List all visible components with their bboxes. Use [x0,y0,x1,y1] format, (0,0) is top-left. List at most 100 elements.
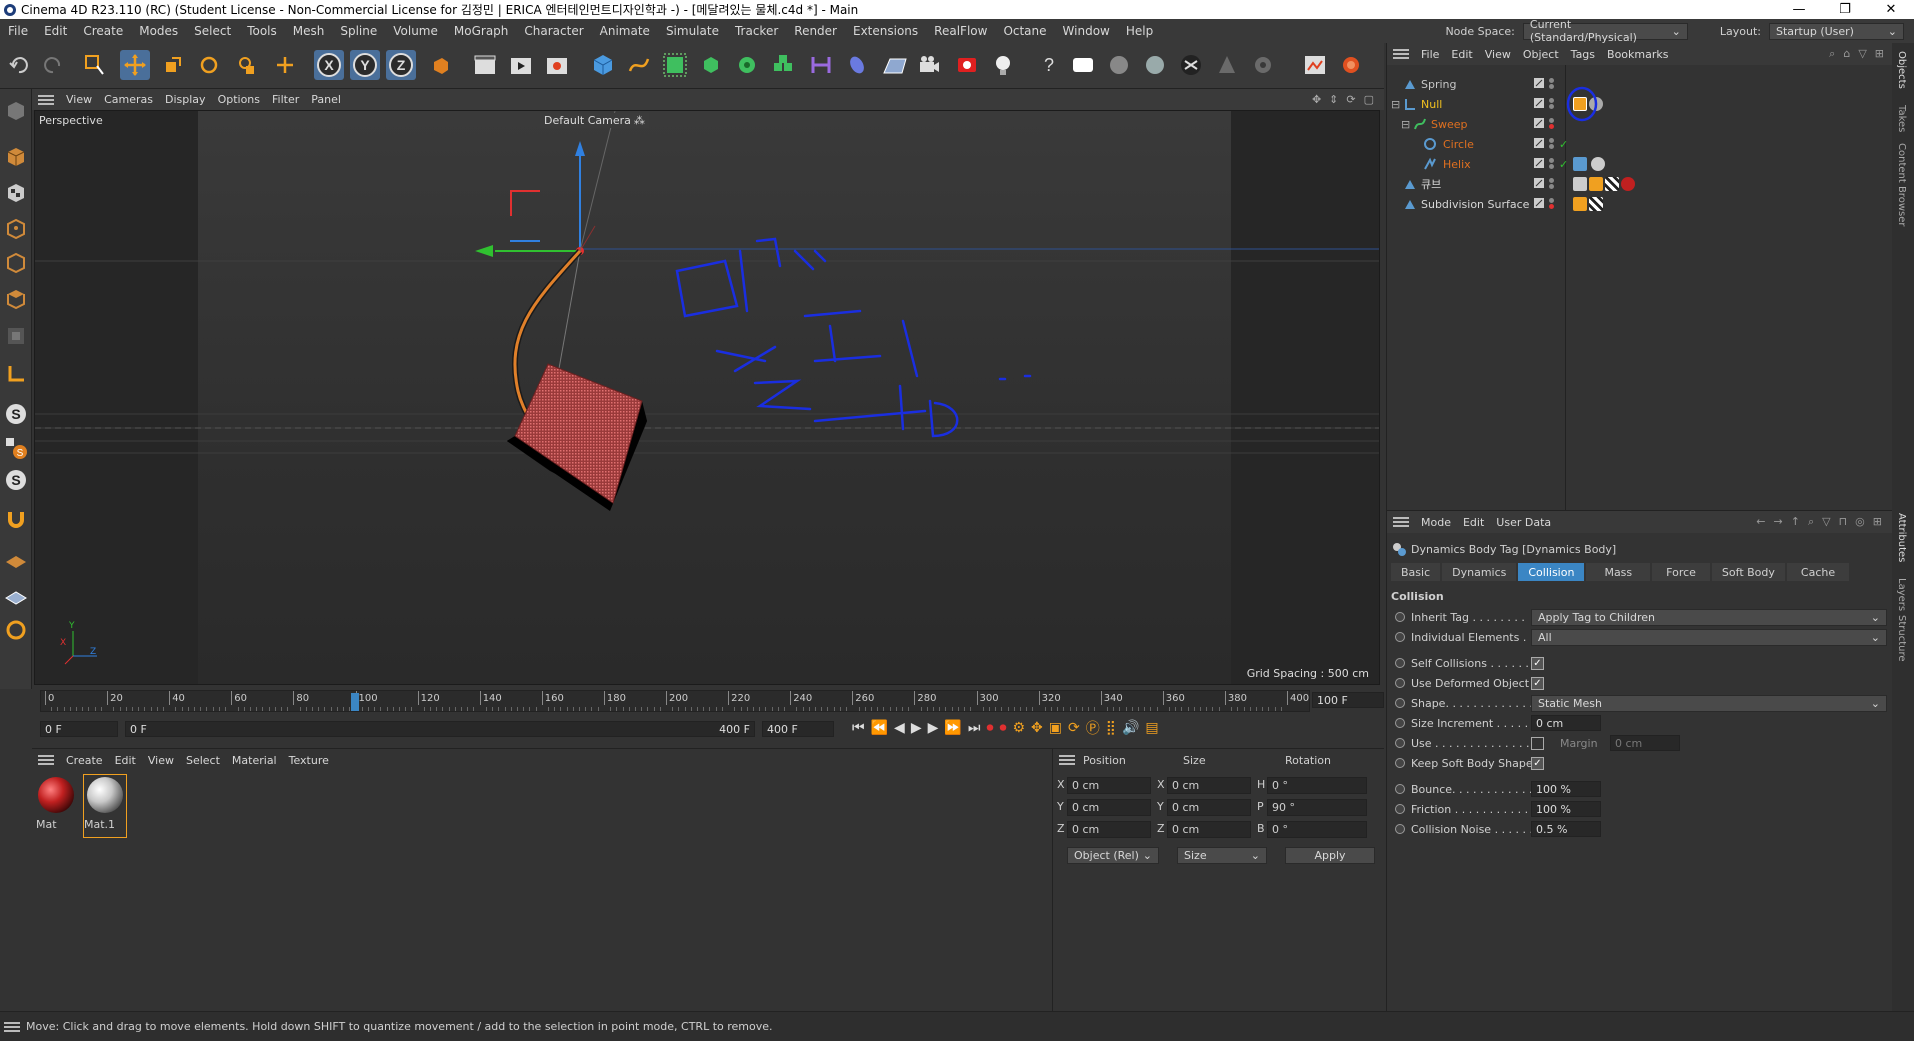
workplane-button[interactable] [1,545,31,575]
layer-edit-icon[interactable] [1533,157,1545,169]
cloner-button[interactable] [732,50,762,80]
layout-select[interactable]: Startup (User) ⌄ [1769,22,1904,40]
menu-select[interactable]: Select [186,24,239,38]
layer-edit-icon[interactable] [1533,97,1545,109]
picture-viewer-button[interactable] [1300,50,1330,80]
enabled-check-icon[interactable]: ✓ [1559,158,1568,171]
floor-button[interactable] [880,50,910,80]
perspective-viewport[interactable]: Perspective Default Camera ⁂ Y X Z Grid … [34,110,1380,685]
size-increment-field[interactable]: 0 cm [1531,715,1601,731]
status-menu-icon[interactable] [4,1021,20,1032]
animate-dot-icon[interactable] [1395,804,1405,814]
camera-button[interactable] [914,50,944,80]
mat-menu-edit[interactable]: Edit [109,754,142,767]
search-icon[interactable]: ⌕ [1808,515,1814,529]
individual-elements-select[interactable]: All ⌄ [1531,628,1887,646]
prev-key-icon[interactable]: ⏪ [871,720,888,736]
viewport-menu-view[interactable]: View [60,93,98,106]
menu-tracker[interactable]: Tracker [727,24,786,38]
inherit-tag-select[interactable]: Apply Tag to Children ⌄ [1531,608,1887,626]
sound-icon[interactable]: 🔊 [1122,720,1139,736]
viewport-menu-cameras[interactable]: Cameras [98,93,159,106]
tab-mass[interactable]: Mass [1586,563,1651,581]
menu-octane[interactable]: Octane [995,24,1054,38]
menu-mesh[interactable]: Mesh [285,24,333,38]
tab-cache[interactable]: Cache [1786,563,1850,581]
render-picture-viewer-button[interactable] [506,50,536,80]
timeline-ruler[interactable]: 0 20 40 60 80 100 120 140 160 180 200 220 240 260 280 3… [40,690,1310,712]
edges-mode-button[interactable] [1,247,31,277]
position-z-field[interactable]: 0 cm [1067,821,1151,838]
material-swatch-selected[interactable]: Mat.1 [83,774,127,838]
pan-icon[interactable]: ✥ [1312,93,1321,106]
keep-soft-body-checkbox[interactable]: ✓ [1531,756,1544,770]
prev-frame-icon[interactable]: ◀ [894,720,905,736]
filter-icon[interactable]: ▽ [1822,515,1830,529]
extrude-button[interactable] [696,50,726,80]
object-row-null[interactable]: ⊟ Null [1389,86,1889,122]
go-to-end-icon[interactable]: ⏭ [968,720,981,736]
use-margin-checkbox[interactable] [1531,736,1544,750]
key-pla-icon[interactable]: ⣿ [1106,720,1116,736]
cube-button[interactable] [588,50,618,80]
z-axis-button[interactable]: Z [386,50,416,80]
undo-button[interactable] [4,50,34,80]
light-button[interactable] [988,50,1018,80]
octane-sphere-button[interactable] [1140,50,1170,80]
axis-mode-button[interactable] [1,359,31,389]
orbit-icon[interactable]: ⟳ [1346,93,1355,106]
menu-volume[interactable]: Volume [385,24,446,38]
rotate-tool-button[interactable] [194,50,224,80]
menu-edit[interactable]: Edit [36,24,75,38]
expand-minus-icon[interactable]: ⊟ [1391,98,1400,111]
octane-render-button[interactable] [1336,50,1366,80]
texture-mode-button[interactable] [1,177,31,207]
redo-button[interactable] [38,50,68,80]
grid-plane-button[interactable] [1,581,31,611]
play-icon[interactable]: ▶ [911,720,922,736]
attr-menu-edit[interactable]: Edit [1457,516,1490,529]
minimize-button[interactable]: — [1776,2,1822,17]
menu-modes[interactable]: Modes [131,24,186,38]
mat-menu-select[interactable]: Select [180,754,226,767]
frame-range-slider[interactable]: 0 F 400 F [125,721,755,737]
end-frame-field[interactable]: 400 F [762,721,834,737]
animate-dot-icon[interactable] [1395,698,1405,708]
key-rotation-icon[interactable]: ⟳ [1068,720,1080,736]
checker-tag-icon[interactable] [1589,197,1603,211]
viewport-menu-options[interactable]: Options [212,93,266,106]
timeline-layout-icon[interactable]: ▤ [1145,720,1158,736]
size-mode-select[interactable]: Size ⌄ [1177,847,1267,864]
object-menu-icon[interactable] [1393,49,1409,59]
search-icon[interactable]: ⌕ [1829,47,1835,61]
texture-tag-icon[interactable] [1589,177,1603,191]
use-deformed-checkbox[interactable]: ✓ [1531,676,1544,690]
size-z-field[interactable]: 0 cm [1167,821,1251,838]
key-param-icon[interactable]: Ⓟ [1086,718,1100,738]
mat-menu-material[interactable]: Material [226,754,283,767]
snap-button[interactable]: S [1,399,31,429]
shuffle-button[interactable] [1176,50,1206,80]
filter-icon[interactable]: ▽ [1858,47,1866,61]
layer-edit-icon[interactable] [1533,137,1545,149]
shape-select[interactable]: Static Mesh ⌄ [1531,694,1887,712]
object-row-sweep[interactable]: ⊟ Sweep [1389,114,1889,134]
visibility-dots[interactable] [1549,138,1555,150]
viewport-menu-icon[interactable] [38,94,54,105]
obj-menu-object[interactable]: Object [1517,48,1565,61]
close-button[interactable]: ✕ [1868,2,1914,17]
pen-spline-button[interactable] [624,50,654,80]
object-row-helix[interactable]: Helix ✓ [1389,154,1889,174]
default-camera-label[interactable]: Default Camera ⁂ [540,113,649,128]
obj-menu-bookmarks[interactable]: Bookmarks [1601,48,1674,61]
animate-dot-icon[interactable] [1395,758,1405,768]
lock-icon[interactable]: ⊓ [1839,515,1848,529]
back-arrow-icon[interactable]: ← [1756,515,1765,529]
key-scale-icon[interactable]: ▣ [1049,720,1062,736]
coordinate-system-button[interactable] [426,50,456,80]
last-tool-button[interactable] [270,50,300,80]
mat-menu-create[interactable]: Create [60,754,109,767]
attr-menu-mode[interactable]: Mode [1415,516,1457,529]
animate-dot-icon[interactable] [1395,612,1405,622]
polygons-mode-button[interactable] [1,283,31,313]
